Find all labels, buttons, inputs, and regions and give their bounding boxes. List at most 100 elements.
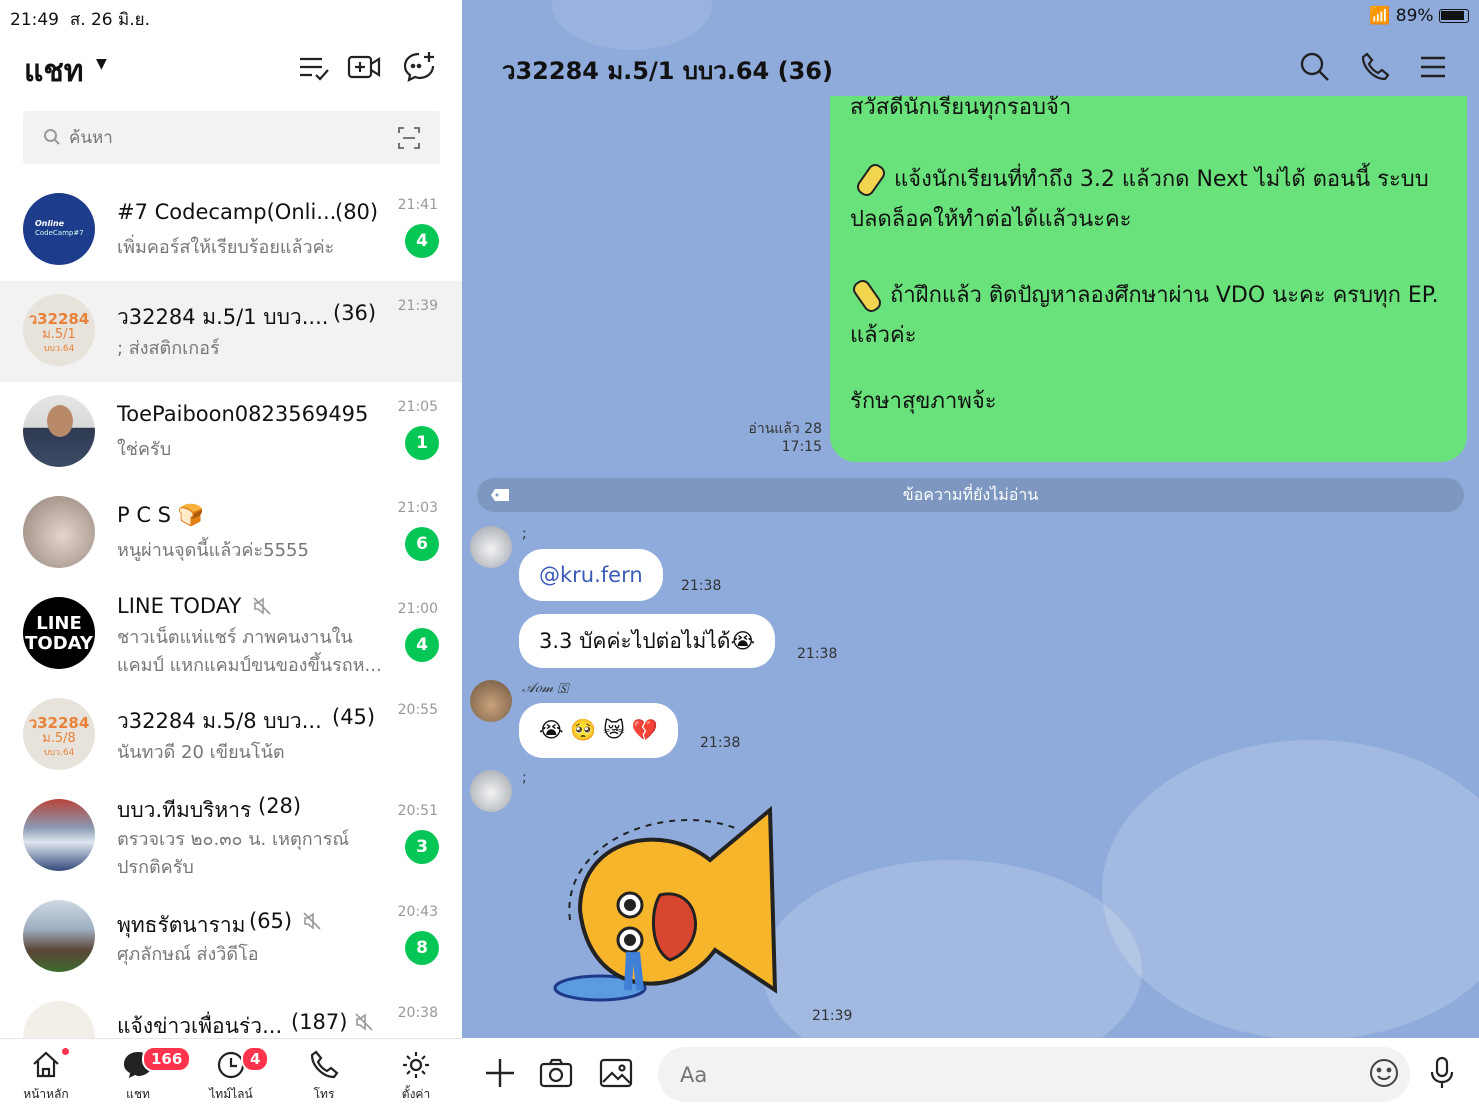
unread-badge: 8: [405, 931, 439, 965]
message-line: รักษาสุขภาพจ้ะ: [850, 389, 997, 414]
bottom-nav: หน้าหลัก 166 แชท 4 ไทม์ไลน์ โทร ตั้งค่า: [0, 1038, 462, 1109]
chat-preview: ; ส่งสติกเกอร์: [117, 338, 220, 359]
member-count: (45): [332, 705, 376, 729]
message-line: สวัสดีนักเรียนทุกรอบจ้า: [850, 95, 1072, 120]
camera-icon[interactable]: [538, 1055, 574, 1091]
chat-time: 21:03: [397, 500, 438, 516]
phone-icon[interactable]: [1358, 50, 1392, 84]
chat-time: 21:05: [397, 399, 438, 415]
sender-name: ;: [522, 770, 527, 786]
avatar: [23, 496, 95, 568]
pencil-icon: [853, 160, 889, 200]
chat-name: LINE TODAY: [117, 594, 242, 618]
chat-time: 21:00: [397, 601, 438, 617]
chat-name: ToePaiboon0823569495: [117, 402, 369, 426]
message-bubble[interactable]: 3.3 บัคค่ะไปต่อไม่ได้😭: [519, 614, 776, 668]
mute-icon: [253, 597, 271, 615]
tag-icon: [491, 489, 509, 501]
search-icon: [44, 129, 60, 145]
microphone-icon[interactable]: [1424, 1055, 1460, 1091]
message-input-bar: [462, 1038, 1479, 1109]
avatar: ว32284 ม.5/8 บบว.64: [23, 698, 95, 770]
chat-list-item[interactable]: บบว.ทีมบริหาร (28) ตรวจเวร ๒๐.๓๐ น. เหตุ…: [0, 786, 462, 887]
chat-name: P C S 🍞: [117, 503, 204, 527]
nav-label: หน้าหลัก: [23, 1087, 69, 1101]
chevron-down-icon[interactable]: ▼: [96, 56, 107, 72]
chat-list-item[interactable]: พุทธรัตนาราม (65) ศุภลักษณ์ ส่งวิดีโอ 20…: [0, 887, 462, 988]
chat-list-panel: 21:49 ส. 26 มิ.ย. แชท ▼ Online CodeCamp#…: [0, 0, 462, 1109]
avatar: LINE TODAY: [23, 597, 95, 669]
nav-chat[interactable]: 166 แชท: [98, 1046, 192, 1104]
member-count: (187): [291, 1010, 348, 1034]
message-bubble[interactable]: @kru.fern: [519, 549, 663, 601]
avatar-label: TODAY: [25, 633, 93, 654]
unread-badge: 4: [405, 224, 439, 258]
unread-badge: 3: [405, 830, 439, 864]
avatar-label: ว32284: [28, 714, 90, 732]
qr-scan-icon[interactable]: [398, 127, 420, 149]
nav-label: โทร: [313, 1087, 335, 1101]
nav-home[interactable]: หน้าหลัก: [6, 1047, 86, 1104]
chat-list-item[interactable]: ว32284 ม.5/8 บบว.64 ว32284 ม.5/8 บบว... …: [0, 685, 462, 786]
background-cloud: [1102, 740, 1479, 1040]
message-time: 21:38: [797, 646, 838, 662]
video-call-add-icon[interactable]: [347, 50, 381, 84]
avatar: [23, 900, 95, 972]
nav-settings[interactable]: ตั้งค่า: [376, 1049, 456, 1104]
message-line: แล้วค่ะ: [850, 323, 917, 348]
nav-timeline[interactable]: 4 ไทม์ไลน์: [191, 1046, 271, 1104]
emoji-icon[interactable]: [1366, 1055, 1402, 1091]
avatar[interactable]: [470, 526, 512, 568]
search-input[interactable]: [69, 123, 369, 153]
message-time: 21:38: [700, 735, 741, 751]
chat-name: #7 Codecamp(Onli...: [117, 200, 337, 224]
chat-list-item[interactable]: ToePaiboon0823569495 ใช่ครับ 21:05 1: [0, 382, 462, 483]
avatar[interactable]: [470, 680, 512, 722]
announcement-bubble[interactable]: สวัสดีนักเรียนทุกรอบจ้า แจ้งนักเรียนที่ท…: [830, 95, 1467, 462]
chat-name: บบว.ทีมบริหาร: [117, 798, 252, 822]
chat-name: ว32284 ม.5/1 บบว....: [117, 305, 329, 329]
message-input[interactable]: [658, 1047, 1410, 1102]
member-count: (80): [335, 200, 379, 224]
avatar-label: ม.5/8: [42, 731, 76, 746]
message-bubble[interactable]: 😭 🥺 😿 💔: [519, 703, 678, 758]
new-chat-icon[interactable]: [402, 50, 436, 84]
edit-list-icon[interactable]: [296, 50, 330, 84]
page-title[interactable]: แชท: [24, 48, 83, 95]
chat-list-item[interactable]: Online CodeCamp#7 #7 Codecamp(Onli... (8…: [0, 180, 462, 281]
fish-sticker[interactable]: [550, 800, 790, 1010]
search-icon[interactable]: [1298, 50, 1332, 84]
chat-list-item[interactable]: LINE TODAY LINE TODAY ชาวเน็ตแห่แชร์ ภาพ…: [0, 584, 462, 685]
unread-divider: ข้อความที่ยังไม่อ่าน: [477, 478, 1464, 512]
chat-list-header: แชท ▼: [0, 40, 462, 96]
chat-list-item[interactable]: P C S 🍞 หนูผ่านจุดนี้แล้วค่ะ5555 21:03 6: [0, 483, 462, 584]
nav-calls[interactable]: โทร: [284, 1049, 364, 1104]
notification-dot: [61, 1047, 70, 1056]
menu-icon[interactable]: [1416, 50, 1450, 84]
nav-label: ไทม์ไลน์: [209, 1087, 253, 1101]
chat-time: 21:39: [397, 298, 438, 314]
mute-icon: [355, 1013, 373, 1031]
chat-list-item[interactable]: ว32284 ม.5/1 บบว.64 ว32284 ม.5/1 บบว....…: [0, 281, 462, 382]
sender-name: 𝒜𝑜𝓂 🅂: [522, 680, 569, 696]
chat-preview: ตรวจเวร ๒๐.๓๐ น. เหตุการณ์ปรกติครับ: [117, 829, 350, 878]
avatar-label: ว32284: [28, 310, 90, 328]
avatar-label: Online: [35, 219, 65, 228]
gear-icon: [403, 1052, 429, 1078]
message-time: 21:39: [812, 1008, 853, 1024]
sender-name: ;: [522, 526, 527, 542]
plus-icon[interactable]: [482, 1055, 518, 1091]
message-time: 21:38: [681, 578, 722, 594]
conversation-title[interactable]: ว32284 ม.5/1 บบว.64 (36): [502, 51, 833, 90]
avatar: [23, 395, 95, 467]
chat-preview: เพิ่มคอร์สให้เรียบร้อยแล้วค่ะ: [117, 237, 335, 258]
read-receipt: อ่านแล้ว 28 17:15: [748, 421, 822, 455]
nav-label: ตั้งค่า: [401, 1087, 431, 1101]
avatar[interactable]: [470, 770, 512, 812]
unread-count-badge: 166: [142, 1046, 192, 1072]
member-count: (36): [333, 301, 377, 325]
chat-time: 20:51: [397, 803, 438, 819]
image-icon[interactable]: [598, 1055, 634, 1091]
avatar-label: CodeCamp#7: [35, 229, 84, 237]
avatar: [23, 799, 95, 871]
